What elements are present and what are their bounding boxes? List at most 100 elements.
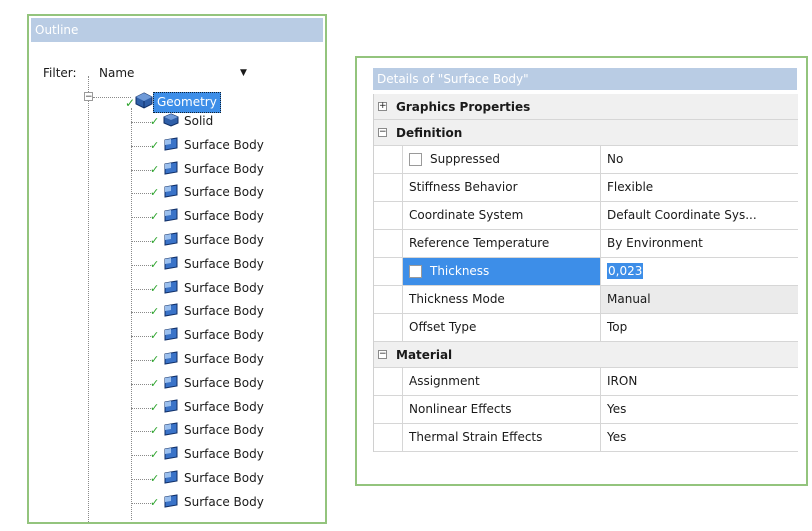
tree-line <box>131 360 151 361</box>
solid-body-icon <box>163 113 179 127</box>
surface-body-icon <box>164 422 178 436</box>
section-definition[interactable]: − Definition <box>374 120 798 146</box>
tree-node-surface-body[interactable]: ✓ Surface Body <box>29 302 325 320</box>
section-graphics-properties[interactable]: + Graphics Properties <box>374 94 798 120</box>
collapse-toggle-icon[interactable]: − <box>84 92 93 102</box>
property-name: Reference Temperature <box>402 230 601 257</box>
property-name: Thickness Mode <box>402 286 601 313</box>
tree-node-surface-body[interactable]: ✓ Surface Body <box>29 183 325 201</box>
tree-node-surface-body[interactable]: ✓ Surface Body <box>29 374 325 392</box>
surface-body-icon <box>164 351 178 365</box>
property-name-text: Coordinate System <box>409 208 524 222</box>
property-value[interactable]: 0,023 <box>601 258 798 285</box>
tree-node-surface-body[interactable]: ✓ Surface Body <box>29 326 325 344</box>
tree-node-label: Surface Body <box>184 399 264 414</box>
section-title: Material <box>396 348 453 362</box>
tree-line <box>131 288 151 290</box>
property-value[interactable]: IRON <box>601 368 798 395</box>
tree-node-surface-body[interactable]: ✓ Surface Body <box>29 421 325 439</box>
property-value[interactable]: Flexible <box>601 174 798 201</box>
parameter-checkbox[interactable] <box>409 265 422 278</box>
filter-select[interactable]: Name <box>99 64 134 82</box>
surface-body-icon <box>164 137 178 151</box>
property-name-text: Thickness <box>430 264 490 278</box>
property-row-thickness[interactable]: Thickness 0,023 <box>374 258 798 286</box>
dropdown-arrow-icon[interactable]: ▼ <box>240 64 247 82</box>
property-value-text: No <box>607 152 624 166</box>
tree-node-surface-body[interactable]: ✓ Surface Body <box>29 136 325 154</box>
tree-node-surface-body[interactable]: ✓ Surface Body <box>29 160 325 178</box>
status-ok-icon: ✓ <box>150 234 160 247</box>
property-row-coordinate-system[interactable]: Coordinate System Default Coordinate Sys.… <box>374 202 798 230</box>
surface-body-icon <box>164 303 178 317</box>
property-row-suppressed[interactable]: Suppressed No <box>374 146 798 174</box>
tree-node-label: Surface Body <box>184 233 264 247</box>
tree-node-geometry[interactable]: Geometry <box>153 92 221 113</box>
tree-node-surface-body[interactable]: ✓ Surface Body <box>29 231 325 249</box>
property-row-offset-type[interactable]: Offset Type Top <box>374 314 798 342</box>
property-value[interactable]: No <box>601 146 798 173</box>
property-value-text: Yes <box>607 430 627 444</box>
property-row-thickness-mode[interactable]: Thickness Mode Manual <box>374 286 798 314</box>
tree-node-label: Surface Body <box>184 185 264 200</box>
property-value-text: Flexible <box>607 180 654 194</box>
tree-line <box>131 217 151 219</box>
property-row-thermal-strain-effects[interactable]: Thermal Strain Effects Yes <box>374 424 798 452</box>
property-name-text: Stiffness Behavior <box>409 180 518 194</box>
property-name-text: Offset Type <box>409 320 477 334</box>
tree-node-surface-body[interactable]: ✓ Surface Body <box>29 255 325 273</box>
property-row-nonlinear-effects[interactable]: Nonlinear Effects Yes <box>374 396 798 424</box>
property-name: Coordinate System <box>402 202 601 229</box>
expand-toggle-icon[interactable]: + <box>378 102 387 111</box>
status-ok-icon: ✓ <box>150 186 160 200</box>
collapse-toggle-icon[interactable]: − <box>378 350 387 359</box>
property-name: Assignment <box>402 368 601 395</box>
property-row-stiffness-behavior[interactable]: Stiffness Behavior Flexible <box>374 174 798 202</box>
tree-node-surface-body[interactable]: ✓ Surface Body <box>29 350 325 368</box>
section-title: Definition <box>396 126 463 140</box>
tree-node-label: Surface Body <box>184 137 264 152</box>
tree-line <box>131 407 151 409</box>
tree-node-surface-body[interactable]: ✓ Surface Body <box>29 469 325 487</box>
status-ok-icon: ✓ <box>150 424 160 438</box>
property-value[interactable]: By Environment <box>601 230 798 257</box>
property-value[interactable]: Yes <box>601 424 798 451</box>
parameter-checkbox[interactable] <box>409 153 422 166</box>
tree-node-surface-body[interactable]: ✓ Surface Body <box>29 445 325 463</box>
property-name-text: Assignment <box>409 374 480 388</box>
property-value[interactable]: Top <box>601 314 798 341</box>
filter-label: Filter: <box>43 66 77 80</box>
property-name-text: Reference Temperature <box>409 236 550 250</box>
tree-node-label: Surface Body <box>184 375 264 390</box>
tree-node-label: Surface Body <box>184 423 264 438</box>
tree-line <box>131 145 151 147</box>
status-ok-icon: ✓ <box>150 376 160 390</box>
collapse-toggle-icon[interactable]: − <box>378 128 387 137</box>
tree-node-label: Surface Body <box>184 209 264 224</box>
surface-body-icon <box>164 232 178 246</box>
tree-line <box>131 193 151 195</box>
details-panel: Details of "Surface Body" + Graphics Prop… <box>355 56 808 486</box>
tree-node-label: Surface Body <box>184 352 264 366</box>
tree-node-surface-body[interactable]: ✓ Surface Body <box>29 493 325 511</box>
outline-title: Outline <box>31 18 323 42</box>
surface-body-icon <box>164 399 178 413</box>
tree-node-surface-body[interactable]: ✓ Surface Body <box>29 398 325 416</box>
thickness-input[interactable]: 0,023 <box>607 263 644 279</box>
property-value[interactable]: Default Coordinate Sys... <box>601 202 798 229</box>
property-row-reference-temperature[interactable]: Reference Temperature By Environment <box>374 230 798 258</box>
surface-body-icon <box>164 184 178 198</box>
property-value[interactable]: Yes <box>601 396 798 423</box>
property-value-text: Manual <box>607 292 651 306</box>
status-ok-icon: ✓ <box>150 115 160 128</box>
property-value[interactable]: Manual <box>601 286 798 313</box>
geometry-icon <box>135 92 153 109</box>
tree-node-surface-body[interactable]: ✓ Surface Body <box>29 207 325 225</box>
tree-node-solid[interactable]: ✓ Solid <box>29 112 325 130</box>
tree-line <box>131 264 151 266</box>
tree-line <box>131 312 151 314</box>
section-material[interactable]: − Material <box>374 342 798 368</box>
tree-line <box>131 336 151 338</box>
property-row-assignment[interactable]: Assignment IRON <box>374 368 798 396</box>
tree-node-surface-body[interactable]: ✓ Surface Body <box>29 279 325 297</box>
